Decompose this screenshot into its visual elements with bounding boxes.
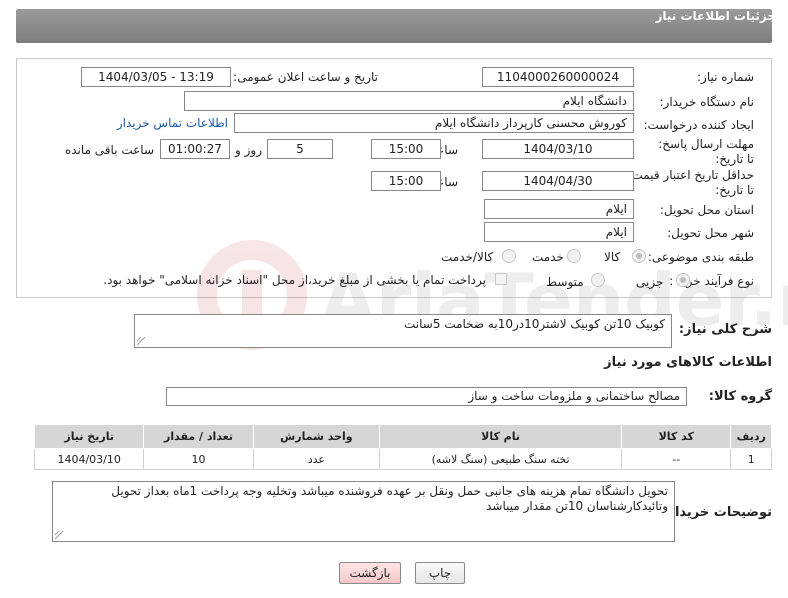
reply-deadline-date: 1404/03/10 (482, 139, 634, 159)
category-radio-both[interactable] (502, 249, 516, 263)
cell-date: 1404/03/10 (33, 448, 145, 470)
col-header-quantity: تعداد / مقدار (143, 424, 254, 449)
requester-field: کوروش محسنی کارپرداز دانشگاه ایلام (234, 113, 634, 133)
requester-label: ایجاد کننده درخواست: (643, 118, 754, 132)
col-header-unit: واحد شمارش (252, 424, 381, 449)
category-option-goods: کالا (604, 250, 621, 264)
reply-deadline-label: مهلت ارسال پاسخ: تا تاریخ: (658, 137, 754, 166)
cell-unit: عدد (252, 448, 381, 470)
resize-handle-icon[interactable] (55, 531, 63, 539)
announce-datetime-label: تاریخ و ساعت اعلان عمومی: (233, 70, 378, 84)
cell-name: تخته سنگ طبیعی (سنگ لاشه) (379, 448, 623, 470)
remaining-time-field: 01:00:27 (160, 139, 230, 159)
items-table: ردیف کد کالا نام کالا واحد شمارش تعداد /… (33, 424, 772, 470)
treasury-payment-checkbox[interactable] (495, 273, 507, 285)
table-row: 1 -- تخته سنگ طبیعی (سنگ لاشه) عدد 10 14… (33, 448, 772, 470)
need-number-label: شماره نیاز: (697, 70, 754, 84)
cell-quantity: 10 (143, 448, 254, 470)
print-button[interactable]: چاپ (415, 562, 465, 584)
col-header-code: کد کالا (621, 424, 732, 449)
delivery-province-field: ایلام (484, 199, 634, 219)
col-header-row: ردیف (730, 424, 772, 449)
reply-deadline-time: 15:00 (371, 139, 441, 159)
description-label: شرح کلی نیاز: (678, 322, 772, 337)
treasury-payment-note: پرداخت تمام یا بخشی از مبلغ خرید،از محل … (103, 273, 486, 287)
description-field: کوبیک 10تن کوبیک لاشتر10در10به ضخامت 5سا… (134, 314, 672, 348)
items-table-header: ردیف کد کالا نام کالا واحد شمارش تعداد /… (33, 424, 772, 449)
delivery-city-label: شهر محل تحویل: (667, 226, 754, 240)
buyer-org-label: نام دستگاه خریدار: (659, 95, 755, 109)
price-validity-label: حداقل تاریخ اعتبار قیمت: تا تاریخ: (627, 168, 754, 197)
process-radio-minor[interactable] (676, 273, 690, 287)
back-button[interactable]: بازگشت (339, 562, 401, 584)
buyer-org-field: دانشگاه ایلام (184, 91, 634, 111)
category-label: طبقه بندی موضوعی: (647, 250, 754, 264)
process-option-medium: متوسط (546, 275, 584, 289)
need-number-field: 1104000260000024 (482, 67, 634, 87)
category-option-both: کالا/خدمت (441, 250, 494, 264)
goods-group-label: گروه کالا: (708, 389, 772, 404)
category-radio-service[interactable] (567, 249, 581, 263)
category-radio-goods[interactable] (632, 249, 646, 263)
announce-datetime-field: 1404/03/05 - 13:19 (81, 67, 231, 87)
buyer-contact-link[interactable]: اطلاعات تماس خریدار (117, 116, 228, 130)
cell-code: -- (621, 448, 732, 470)
page-title: جزئیات اطلاعات نیاز (655, 9, 776, 23)
description-text: کوبیک 10تن کوبیک لاشتر10در10به ضخامت 5سا… (404, 317, 665, 331)
remaining-time-label: ساعت باقی مانده (64, 143, 154, 157)
resize-handle-icon[interactable] (137, 337, 145, 345)
delivery-city-field: ایلام (484, 222, 634, 242)
goods-group-field: مصالح ساختمانی و ملزومات ساخت و ساز (166, 387, 687, 406)
process-radio-medium[interactable] (591, 273, 605, 287)
category-option-service: خدمت (532, 250, 564, 264)
col-header-name: نام کالا (379, 424, 623, 449)
price-validity-time: 15:00 (371, 171, 441, 191)
cell-row-number: 1 (730, 448, 772, 470)
delivery-province-label: استان محل تحویل: (659, 203, 754, 217)
days-label: روز و (235, 143, 262, 157)
reply-deadline-days: 5 (267, 139, 333, 159)
price-validity-date: 1404/04/30 (482, 171, 634, 191)
buyer-notes-label: توضیحات خریدار: (662, 505, 772, 520)
goods-section-title: اطلاعات کالاهای مورد نیاز (604, 355, 772, 370)
buyer-notes-field: تحویل دانشگاه تمام هزینه های جانبی حمل و… (52, 481, 675, 542)
process-option-minor: جزیی (636, 275, 664, 289)
col-header-date: تاریخ نیاز (33, 424, 145, 449)
buyer-notes-text: تحویل دانشگاه تمام هزینه های جانبی حمل و… (111, 484, 668, 513)
